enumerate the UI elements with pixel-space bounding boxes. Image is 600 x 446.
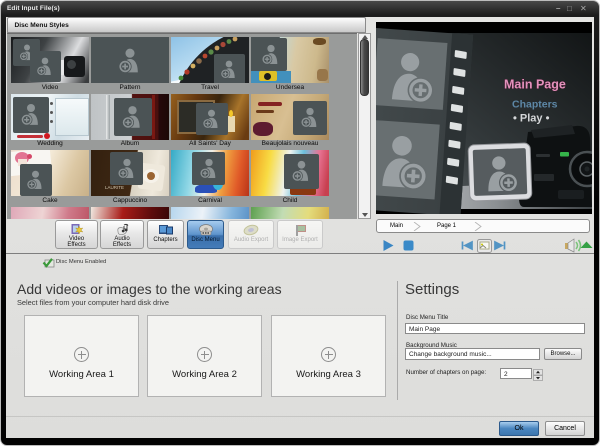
svg-text:Chapters: Chapters bbox=[512, 99, 558, 111]
svg-text:Main Page: Main Page bbox=[504, 78, 566, 92]
svg-text:• Play •: • Play • bbox=[513, 113, 550, 125]
